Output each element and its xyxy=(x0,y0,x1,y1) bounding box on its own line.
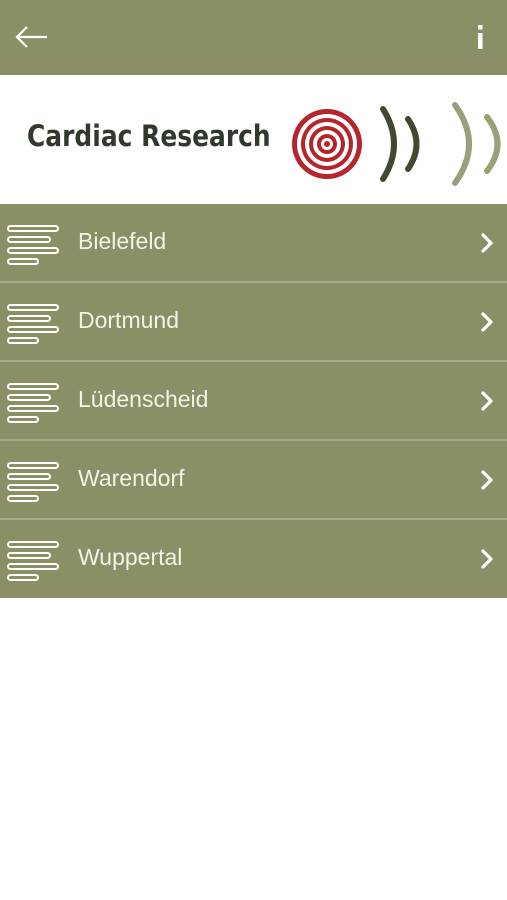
list-item-label: Bielefeld xyxy=(78,228,167,254)
text-lines-icon xyxy=(7,541,59,581)
chevron-right-icon xyxy=(481,312,493,332)
brand-title: Cardiac Research xyxy=(27,119,271,153)
chevron-right-icon xyxy=(481,391,493,411)
back-button[interactable] xyxy=(14,22,50,52)
chevron-right-icon xyxy=(481,549,493,569)
info-icon xyxy=(478,25,483,49)
text-lines-icon xyxy=(7,462,59,502)
info-button[interactable] xyxy=(468,22,492,54)
arrow-left-icon xyxy=(15,26,47,48)
top-bar xyxy=(0,0,507,75)
list-item-luedenscheid[interactable]: Lüdenscheid xyxy=(0,362,507,441)
brand-banner: Cardiac Research xyxy=(0,75,507,204)
text-lines-icon xyxy=(7,383,59,423)
chevron-right-icon xyxy=(481,470,493,490)
list-item-label: Lüdenscheid xyxy=(78,386,209,412)
text-lines-icon xyxy=(7,225,59,265)
list-item-bielefeld[interactable]: Bielefeld xyxy=(0,204,507,283)
list-item-dortmund[interactable]: Dortmund xyxy=(0,283,507,362)
target-circles-icon xyxy=(292,109,362,179)
location-list: Bielefeld Dortmund Lüdenscheid Warendorf… xyxy=(0,204,507,598)
chevron-right-icon xyxy=(481,233,493,253)
list-item-label: Dortmund xyxy=(78,307,179,333)
list-item-wuppertal[interactable]: Wuppertal xyxy=(0,520,507,598)
text-lines-icon xyxy=(7,304,59,344)
list-item-label: Warendorf xyxy=(78,465,185,491)
list-item-label: Wuppertal xyxy=(78,544,183,570)
signal-waves-icon xyxy=(380,102,501,186)
list-item-warendorf[interactable]: Warendorf xyxy=(0,441,507,520)
